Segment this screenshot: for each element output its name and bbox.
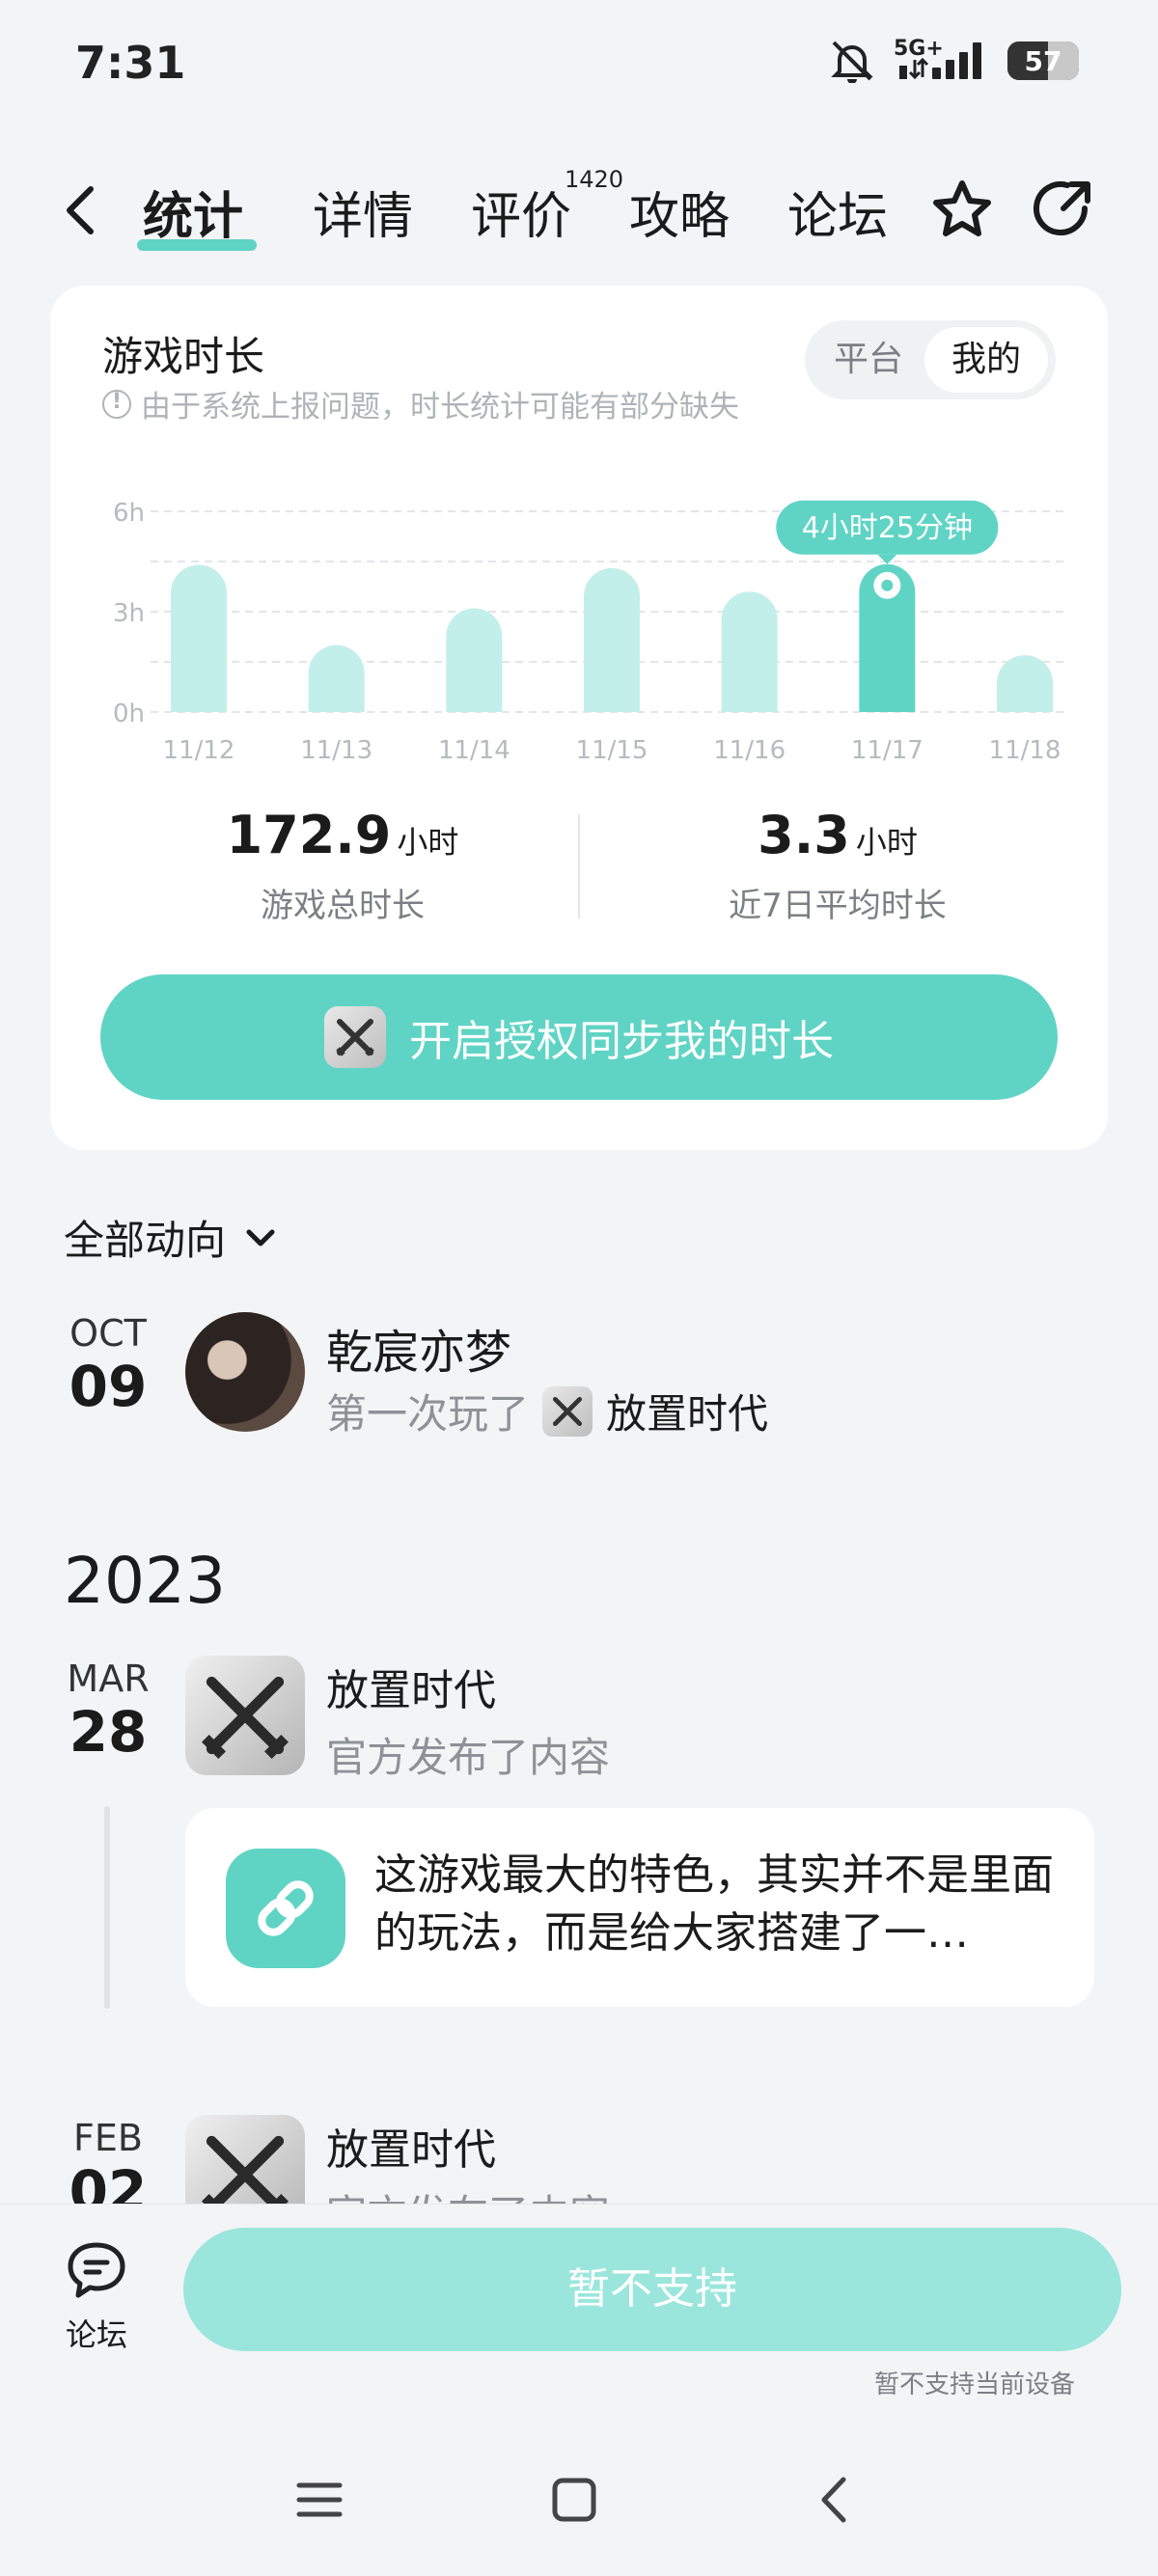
total-label: 游戏总时长 (261, 887, 425, 925)
x-tick-label: 11/14 (438, 736, 510, 765)
note-text: 由于系统上报问题，时长统计可能有部分缺失 (141, 390, 739, 425)
sync-playtime-button[interactable]: 开启授权同步我的时长 (100, 974, 1058, 1100)
chart-bar (308, 644, 365, 712)
status-bar: 7:31 5G+ 57 (0, 0, 1158, 135)
game-name[interactable]: 放置时代 (606, 1382, 768, 1440)
y-tick-label: 0h (113, 699, 145, 728)
forum-label: 论坛 (65, 2316, 127, 2353)
tooltip-text: 4小时25分钟 (802, 511, 973, 545)
activity-action: 第一次玩了 (326, 1390, 530, 1438)
date-day: 28 (69, 1699, 148, 1765)
x-tick-label: 11/15 (576, 736, 648, 765)
selected-marker-dot (881, 579, 894, 591)
share-icon[interactable] (1029, 176, 1096, 243)
game-avatar-icon[interactable] (185, 1656, 305, 1775)
star-icon[interactable] (928, 176, 996, 243)
card-title: 游戏时长 (102, 333, 265, 380)
post-date: MAR 28 (60, 1658, 156, 1760)
activity-filter[interactable]: 全部动向 (64, 1208, 280, 1267)
toggle-platform[interactable]: 平台 (816, 327, 921, 393)
user-name[interactable]: 乾宸亦梦 (326, 1314, 511, 1382)
info-icon (102, 389, 131, 419)
date-month: FEB (73, 2117, 143, 2159)
forum-button[interactable]: 论坛 (48, 2239, 145, 2355)
view-toggle: 平台 我的 (805, 320, 1056, 399)
x-tick-label: 11/13 (300, 736, 372, 765)
mute-icon (831, 41, 873, 83)
total-unit: 小时 (397, 824, 459, 861)
game-icon (324, 1006, 386, 1068)
date-month: OCT (69, 1312, 147, 1355)
chevron-down-icon (246, 1229, 275, 1246)
tab-forum[interactable]: 论坛 (787, 176, 888, 248)
feed-date: OCT 09 (60, 1312, 156, 1414)
chart-bar (584, 567, 640, 712)
review-count-badge: 1420 (565, 166, 624, 193)
avg-value: 3.3 (758, 805, 850, 865)
unsupported-button[interactable]: 暂不支持 (183, 2228, 1121, 2351)
menu-icon[interactable] (295, 2476, 344, 2524)
chart-bar (721, 591, 778, 712)
avg-stat: 3.3 小时 近7日平均时长 (645, 805, 1031, 926)
playtime-chart: 0h 3h 6h 11/12 11/13 11/14 11/15 11/16 11/17 4小时2… (113, 499, 1067, 765)
home-icon[interactable] (550, 2476, 598, 2524)
toggle-mine[interactable]: 我的 (924, 327, 1048, 393)
post-author[interactable]: 放置时代 (326, 2115, 496, 2177)
feed-activity: 第一次玩了 放置时代 (326, 1382, 768, 1440)
signal-icon: 5G+ (894, 37, 990, 83)
x-tick-label: 11/12 (163, 736, 235, 765)
tab-active-indicator (137, 239, 257, 251)
chart-bar (171, 564, 227, 712)
x-tick-label: 11/17 (851, 736, 924, 765)
total-stat: 172.9 小时 游戏总时长 (150, 805, 536, 926)
date-day: 09 (69, 1354, 148, 1419)
game-icon (542, 1385, 593, 1437)
status-icons: 5G+ 57 (828, 37, 1079, 83)
y-tick-label: 3h (113, 599, 145, 628)
post-card[interactable]: 这游戏最大的特色，其实并不是里面的玩法，而是给大家搭建了一… (185, 1808, 1094, 2007)
chart-bar (446, 608, 503, 712)
avg-unit: 小时 (855, 824, 918, 861)
top-nav: 统计 详情 评价 1420 攻略 论坛 (0, 164, 1158, 260)
post-author[interactable]: 放置时代 (326, 1656, 496, 1717)
sync-button-label: 开启授权同步我的时长 (409, 1017, 834, 1066)
tab-reviews[interactable]: 评价 (471, 176, 571, 248)
total-value: 172.9 (226, 805, 392, 865)
link-icon (226, 1849, 345, 1968)
tooltip-pointer (877, 554, 897, 564)
avatar[interactable] (185, 1312, 305, 1432)
back-icon[interactable] (58, 181, 106, 239)
battery-level: 57 (1024, 45, 1062, 77)
clock: 7:31 (75, 37, 186, 89)
back-nav-icon[interactable] (811, 2476, 859, 2524)
date-month: MAR (67, 1658, 150, 1700)
filter-label: 全部动向 (64, 1217, 227, 1264)
chart-bar (997, 655, 1053, 712)
chat-icon (68, 2242, 125, 2298)
stat-divider (578, 814, 580, 918)
unsupported-note: 暂不支持当前设备 (873, 2370, 1075, 2399)
x-tick-label: 11/18 (989, 736, 1062, 765)
battery-icon: 57 (1007, 41, 1079, 80)
playtime-card: 游戏时长 由于系统上报问题，时长统计可能有部分缺失 平台 我的 0h 3h 6h 11… (50, 286, 1108, 1150)
tab-details[interactable]: 详情 (313, 176, 413, 248)
post-action: 官方发布了内容 (326, 1734, 611, 1781)
tab-stats[interactable]: 统计 (143, 176, 243, 248)
post-excerpt: 这游戏最大的特色，其实并不是里面的玩法，而是给大家搭建了一… (374, 1850, 1054, 1958)
tab-guides[interactable]: 攻略 (629, 176, 730, 248)
year-heading: 2023 (64, 1544, 226, 1618)
avg-label: 近7日平均时长 (729, 887, 947, 925)
system-nav-bar (0, 2460, 1158, 2537)
thread-line (104, 1806, 110, 2009)
y-tick-label: 6h (113, 499, 145, 528)
x-tick-label: 11/16 (713, 736, 786, 765)
card-note: 由于系统上报问题，时长统计可能有部分缺失 (102, 382, 739, 425)
